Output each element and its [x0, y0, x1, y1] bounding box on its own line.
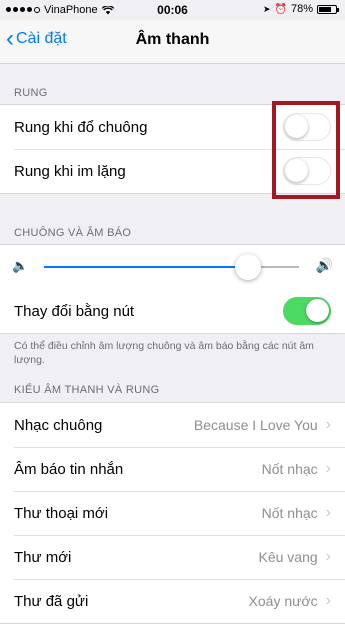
status-bar: VinaPhone 00:06 ➤ ⏰ 78%: [0, 0, 345, 20]
text-tone-label: Âm báo tin nhắn: [14, 460, 124, 478]
ringtone-value: Because I Love You: [193, 417, 318, 433]
sent-mail-value: Xoáy nước: [248, 593, 318, 609]
new-mail-label: Thư mới: [14, 548, 72, 566]
change-with-buttons-row: Thay đổi bằng nút: [0, 289, 345, 333]
section-header-ringer: CHUÔNG VÀ ÂM BÁO: [14, 227, 132, 239]
text-tone-value: Nốt nhạc: [261, 461, 318, 477]
highlight-box: [272, 101, 340, 199]
volume-high-icon: 🔊: [315, 257, 333, 273]
alarm-icon: ⏰: [274, 3, 287, 15]
navigation-bar: ‹ Cài đặt Âm thanh: [0, 20, 345, 64]
chevron-right-icon: ›: [325, 592, 331, 609]
sent-mail-label: Thư đã gửi: [14, 592, 89, 610]
chevron-right-icon: ›: [325, 460, 331, 477]
change-with-buttons-toggle[interactable]: [283, 297, 331, 325]
ringer-group: 🔈 🔊 Thay đổi bằng nút: [0, 244, 345, 334]
chevron-right-icon: ›: [325, 416, 331, 433]
volume-slider-thumb[interactable]: [235, 254, 261, 280]
volume-low-icon: 🔈: [12, 258, 29, 273]
page-title: Âm thanh: [135, 31, 210, 48]
ringer-footnote: Có thể điều chỉnh âm lượng chuông và âm …: [14, 340, 314, 366]
battery-percent: 78%: [290, 3, 313, 15]
new-mail-value: Kêu vang: [258, 549, 318, 565]
ringtone-label: Nhạc chuông: [14, 416, 103, 434]
ringtone-row[interactable]: Nhạc chuông Because I Love You ›: [0, 403, 345, 447]
chevron-right-icon: ›: [325, 548, 331, 565]
change-with-buttons-label: Thay đổi bằng nút: [14, 302, 135, 320]
volume-slider-row: 🔈 🔊: [0, 245, 345, 289]
sent-mail-row[interactable]: Thư đã gửi Xoáy nước ›: [0, 579, 345, 623]
battery-icon: [317, 4, 339, 14]
vibrate-on-silent-label: Rung khi im lặng: [14, 162, 126, 180]
section-header-rung: RUNG: [14, 87, 48, 99]
status-right: ➤ ⏰ 78%: [262, 3, 339, 15]
chevron-right-icon: ›: [325, 504, 331, 521]
location-icon: ➤: [262, 3, 271, 14]
section-header-patterns: KIỂU ÂM THANH VÀ RUNG: [14, 384, 160, 396]
new-mail-row[interactable]: Thư mới Kêu vang ›: [0, 535, 345, 579]
new-voicemail-value: Nốt nhạc: [261, 505, 318, 521]
new-voicemail-label: Thư thoại mới: [14, 504, 109, 522]
new-voicemail-row[interactable]: Thư thoại mới Nốt nhạc ›: [0, 491, 345, 535]
vibrate-on-ring-label: Rung khi đổ chuông: [14, 118, 148, 136]
text-tone-row[interactable]: Âm báo tin nhắn Nốt nhạc ›: [0, 447, 345, 491]
patterns-group: Nhạc chuông Because I Love You › Âm báo …: [0, 402, 345, 624]
